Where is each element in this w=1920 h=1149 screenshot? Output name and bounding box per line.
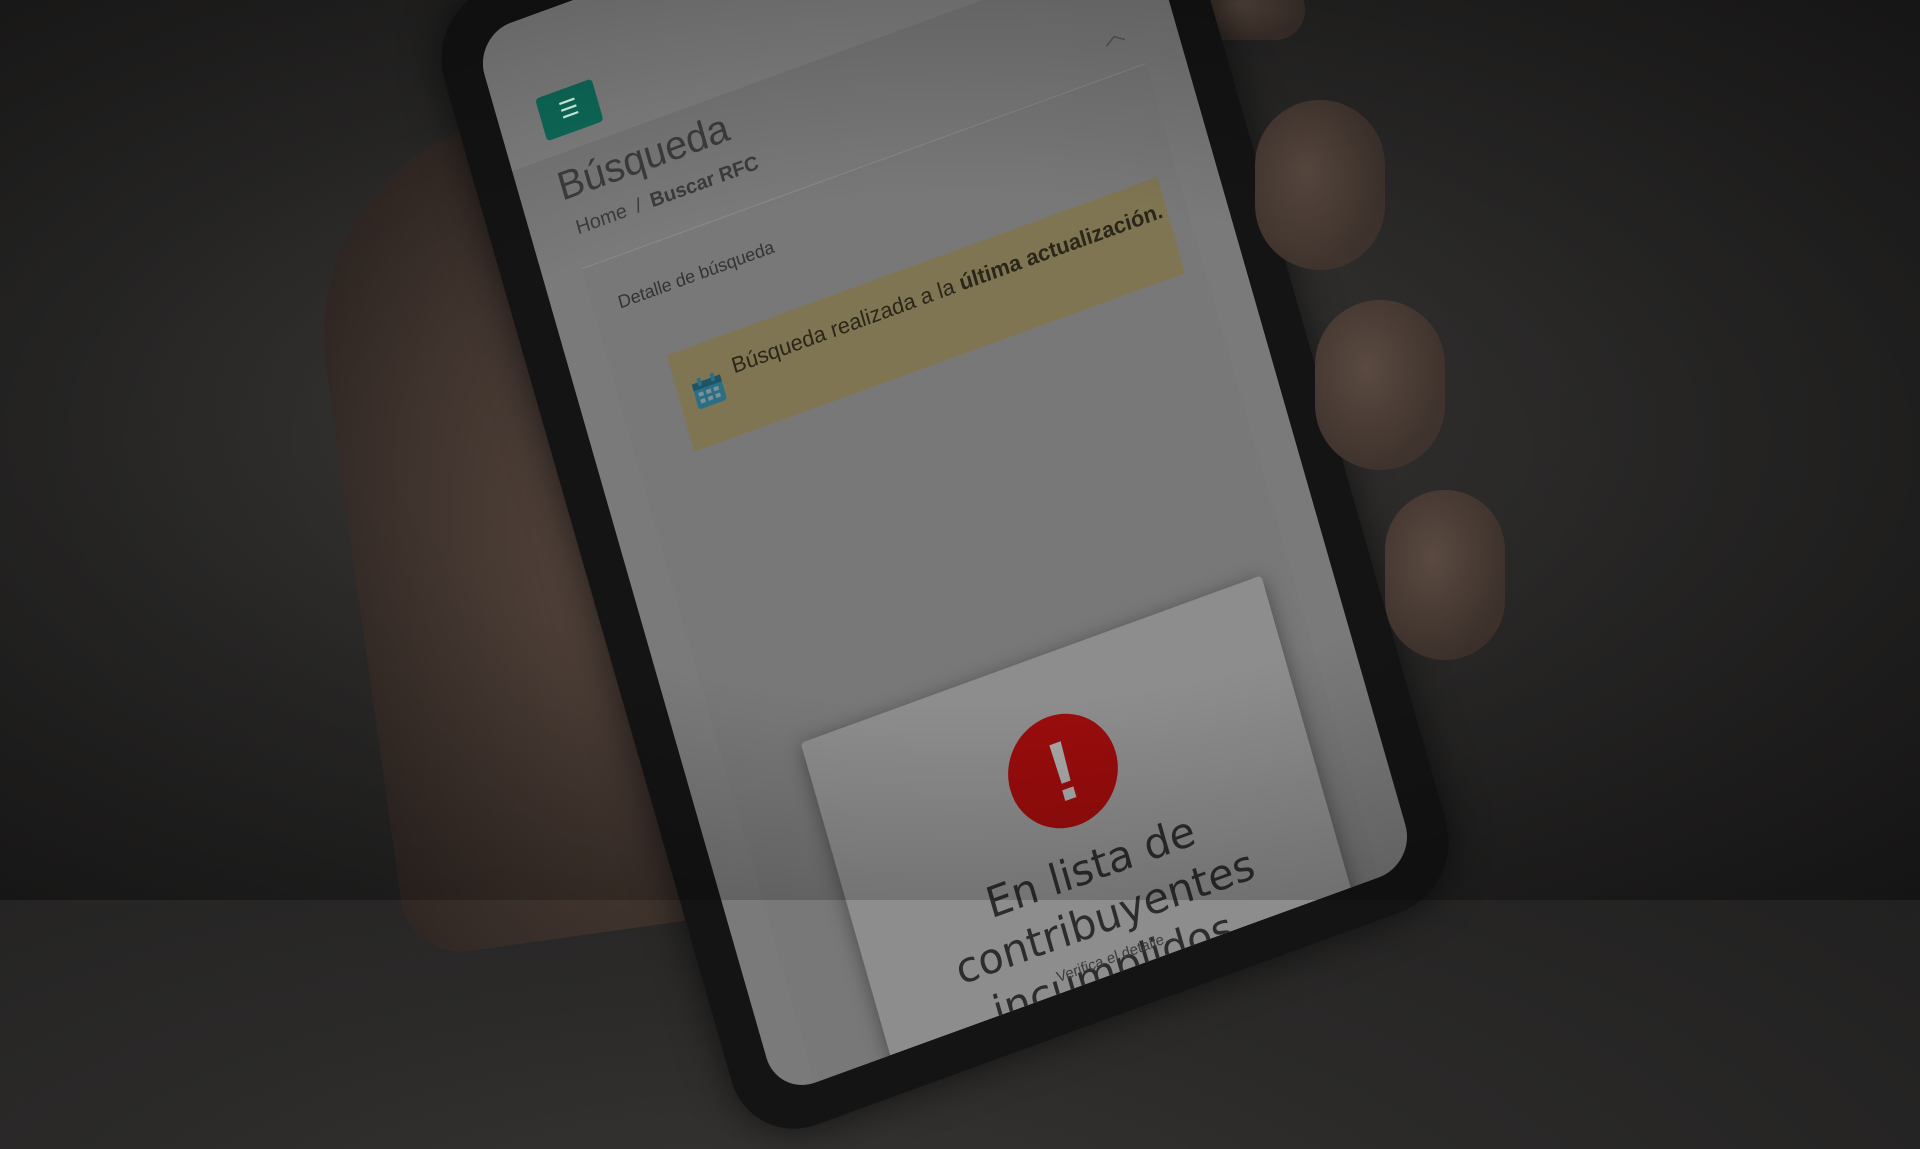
card-header: Detalle de búsqueda — [615, 236, 777, 313]
info-alert: Búsqueda realizada a la última actualiza… — [666, 176, 1185, 452]
finger — [1255, 100, 1385, 270]
alert-text: Búsqueda realizada a la última actualiza… — [728, 196, 1166, 381]
calendar-icon — [691, 372, 727, 409]
chevron-up-icon[interactable]: ︿ — [1098, 14, 1128, 52]
exclamation-icon: ! — [994, 697, 1132, 845]
breadcrumb-home[interactable]: Home — [573, 200, 629, 239]
alert-text-bold: última actualización. — [956, 197, 1166, 296]
alert-text-prefix: Búsqueda realizada a la — [728, 271, 964, 379]
hamburger-menu-icon[interactable]: ☰ — [535, 78, 604, 142]
finger — [1385, 490, 1505, 660]
breadcrumb-separator: / — [632, 194, 645, 218]
finger — [1315, 300, 1445, 470]
